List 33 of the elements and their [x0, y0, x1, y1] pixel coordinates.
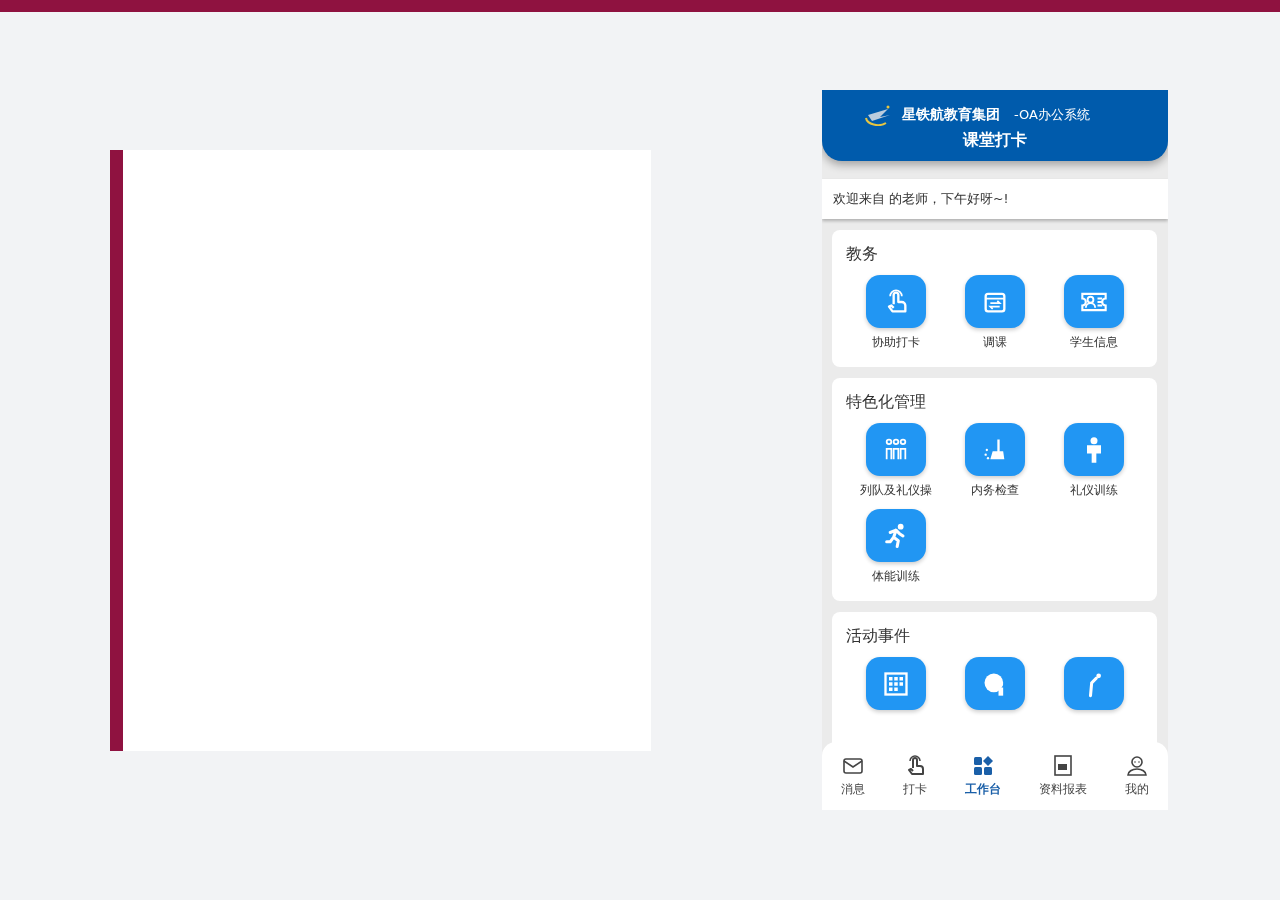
tab[interactable]: 我的: [1123, 754, 1151, 798]
app-label[interactable]: 列队及礼仪操: [859, 482, 932, 499]
app-tile[interactable]: [1063, 423, 1124, 476]
app-tile[interactable]: [865, 509, 926, 562]
page-title: 课堂打卡: [963, 130, 1027, 151]
tab[interactable]: 工作台: [963, 754, 1003, 798]
app-tile[interactable]: [865, 423, 926, 476]
app-label[interactable]: 调课: [982, 334, 1007, 351]
app-label[interactable]: 礼仪训练: [1069, 482, 1118, 499]
tab[interactable]: 打卡: [901, 754, 929, 798]
section-title: 教务: [846, 244, 879, 265]
tab[interactable]: 消息: [839, 754, 867, 798]
app-label[interactable]: 内务检查: [970, 482, 1019, 499]
report-icon: [1051, 754, 1075, 778]
section-title: 活动事件: [846, 626, 911, 647]
app-label[interactable]: 体能训练: [871, 568, 920, 585]
app-tile[interactable]: [865, 657, 926, 710]
app-tile[interactable]: [964, 657, 1025, 710]
tab[interactable]: 资料报表: [1037, 754, 1089, 798]
section-title: 特色化管理: [846, 392, 927, 413]
grid-icon: [881, 669, 910, 698]
welcome-text: 欢迎来自 的老师，下午好呀~!: [833, 190, 1009, 208]
app-tile[interactable]: [865, 275, 926, 328]
user-icon: [1125, 754, 1149, 778]
app-tile[interactable]: [1063, 657, 1124, 710]
app-label[interactable]: 学生信息: [1069, 334, 1118, 351]
app-tile[interactable]: [1063, 275, 1124, 328]
apps-icon: [971, 754, 995, 778]
app-tile[interactable]: [964, 423, 1025, 476]
app-tile[interactable]: [964, 275, 1025, 328]
system-name: -OA办公系统: [1014, 106, 1090, 124]
org-name: 星铁航教育集团: [902, 106, 1000, 124]
app-label[interactable]: 协助打卡: [871, 334, 920, 351]
